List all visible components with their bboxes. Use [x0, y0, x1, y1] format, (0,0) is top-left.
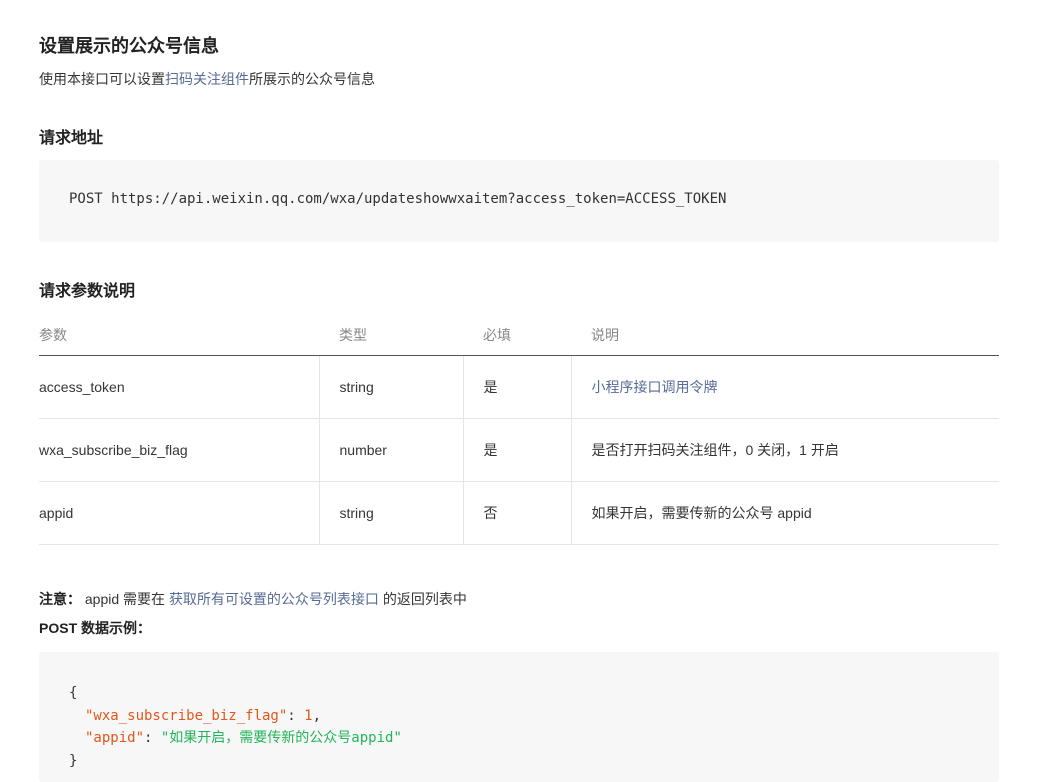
- params-heading: 请求参数说明: [39, 283, 136, 300]
- param-name: appid: [39, 481, 319, 545]
- request-url-heading: 请求地址: [39, 130, 104, 147]
- request-url-code-block: POST https://api.weixin.qq.com/wxa/updat…: [39, 160, 999, 242]
- intro-prefix: 使用本接口可以设置: [39, 71, 165, 87]
- json-colon: :: [144, 730, 161, 746]
- param-desc: 如果开启，需要传新的公众号 appid: [570, 481, 999, 545]
- json-line: "appid": "如果开启，需要传新的公众号appid": [69, 727, 969, 750]
- column-header-type: 类型: [319, 314, 463, 356]
- params-header-row: 参数 类型 必填 说明: [39, 314, 999, 356]
- doc-page: 设置展示的公众号信息 使用本接口可以设置扫码关注组件所展示的公众号信息 请求地址…: [0, 0, 1048, 782]
- param-name: access_token: [39, 355, 319, 419]
- json-line: "wxa_subscribe_biz_flag": 1,: [69, 705, 969, 728]
- column-header-param: 参数: [39, 314, 319, 356]
- table-row: access_token string 是 小程序接口调用令牌: [39, 355, 999, 419]
- json-colon: :: [287, 707, 305, 724]
- request-url-text: POST https://api.weixin.qq.com/wxa/updat…: [69, 191, 727, 207]
- post-example-label: POST 数据示例：: [39, 620, 152, 636]
- note-suffix: 的返回列表中: [382, 591, 467, 607]
- params-table: 参数 类型 必填 说明 access_token string 是 小程序接口调…: [39, 314, 999, 545]
- param-type: string: [318, 481, 463, 545]
- note-label: 注意：: [39, 591, 81, 607]
- access-token-doc-link[interactable]: 小程序接口调用令牌: [592, 379, 718, 395]
- column-header-desc: 说明: [571, 314, 999, 356]
- json-value: "如果开启，需要传新的公众号appid": [160, 730, 402, 746]
- param-name: wxa_subscribe_biz_flag: [39, 418, 319, 482]
- json-key: "appid": [85, 730, 145, 746]
- param-required: 否: [462, 481, 571, 545]
- section-title: 设置展示的公众号信息: [39, 36, 219, 56]
- param-type: number: [318, 418, 463, 482]
- intro-suffix: 所展示的公众号信息: [249, 71, 375, 87]
- json-open-brace: {: [69, 685, 78, 701]
- biz-list-api-link[interactable]: 获取所有可设置的公众号列表接口: [169, 591, 379, 607]
- column-header-required: 必填: [463, 314, 571, 356]
- json-key: "wxa_subscribe_biz_flag": [85, 707, 288, 724]
- param-type: string: [318, 355, 463, 419]
- param-desc: 是否打开扫码关注组件，0 关闭，1 开启: [570, 418, 999, 482]
- intro-paragraph: 使用本接口可以设置扫码关注组件所展示的公众号信息: [39, 69, 375, 89]
- note-prefix: appid 需要在: [84, 591, 166, 607]
- scan-follow-component-link[interactable]: 扫码关注组件: [165, 71, 249, 87]
- json-value: 1: [304, 707, 313, 724]
- post-example-code-block: { "wxa_subscribe_biz_flag": 1, "appid": …: [39, 652, 999, 782]
- param-required: 是: [462, 418, 571, 482]
- note-paragraph: 注意： appid 需要在 获取所有可设置的公众号列表接口 的返回列表中: [39, 589, 467, 609]
- param-required: 是: [462, 355, 571, 419]
- table-row: wxa_subscribe_biz_flag number 是 是否打开扫码关注…: [39, 418, 999, 482]
- json-trail: ,: [312, 707, 322, 724]
- json-close-brace: }: [69, 752, 78, 769]
- table-row: appid string 否 如果开启，需要传新的公众号 appid: [39, 481, 999, 545]
